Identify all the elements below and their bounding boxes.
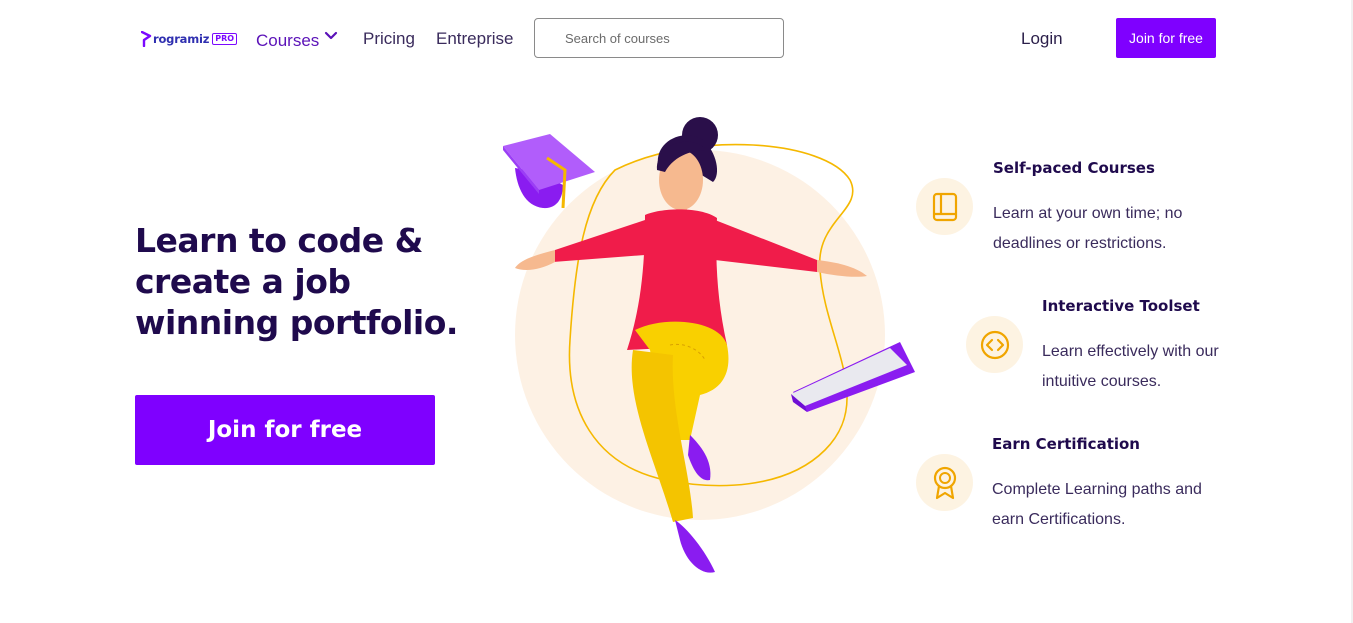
- logo-pro-badge: PRO: [212, 33, 238, 45]
- book-icon: [932, 192, 957, 221]
- nav-pricing-link[interactable]: Pricing: [363, 29, 415, 49]
- login-link[interactable]: Login: [1021, 29, 1063, 49]
- programiz-logo-mark-icon: [141, 31, 152, 47]
- hero-title: Learn to code & create a job winning por…: [135, 221, 458, 342]
- feature-description: Learn at your own time; no deadlines or …: [993, 205, 1183, 252]
- feature-icon-circle: [916, 454, 973, 511]
- hero-illustration: [503, 117, 915, 573]
- programiz-pro-logo[interactable]: rogramiz PRO: [141, 28, 238, 50]
- nav-courses-label: Courses: [256, 31, 320, 50]
- feature-title: Earn Certification: [992, 435, 1140, 453]
- feature-description: Complete Learning paths and earn Certifi…: [992, 481, 1202, 528]
- search-input[interactable]: [534, 18, 784, 58]
- award-icon: [933, 466, 956, 499]
- nav-courses-dropdown[interactable]: Courses: [256, 31, 338, 51]
- feature-title: Self-paced Courses: [993, 159, 1155, 177]
- logo-text: rogramiz: [153, 32, 210, 46]
- code-icon: [980, 330, 1009, 359]
- feature-description: Learn effectively with our intuitive cou…: [1042, 343, 1219, 390]
- hero-join-button[interactable]: Join for free: [135, 395, 435, 465]
- chevron-down-icon: [325, 31, 338, 40]
- header-join-button[interactable]: Join for free: [1116, 18, 1216, 58]
- feature-icon-circle: [916, 178, 973, 235]
- nav-enterprise-link[interactable]: Entreprise: [436, 29, 513, 49]
- feature-title: Interactive Toolset: [1042, 297, 1200, 315]
- feature-icon-circle: [966, 316, 1023, 373]
